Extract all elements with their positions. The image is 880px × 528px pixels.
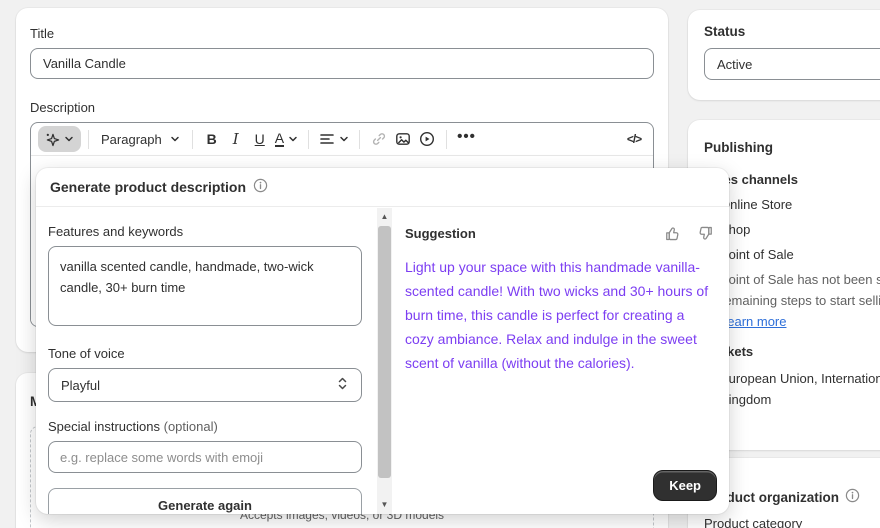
info-icon[interactable] xyxy=(845,488,860,506)
chevron-down-icon xyxy=(288,134,298,144)
special-label-text: Special instructions xyxy=(48,419,160,434)
toolbar-separator xyxy=(88,130,89,149)
channel-point-of-sale: Point of Sale xyxy=(704,247,880,262)
editor-toolbar: Paragraph B I U A xyxy=(31,123,653,156)
info-icon[interactable] xyxy=(253,178,268,196)
scroll-down-arrow-icon[interactable]: ▼ xyxy=(377,498,392,512)
thumbs-up-icon xyxy=(664,225,681,242)
toolbar-separator xyxy=(192,130,193,149)
status-heading: Status xyxy=(704,24,880,39)
suggestion-text: Light up your space with this handmade v… xyxy=(405,255,713,375)
markets-value: European Union, International, and Unite… xyxy=(704,368,880,410)
bold-label: B xyxy=(207,131,217,147)
select-stepper-icon xyxy=(336,376,349,394)
popover-form-column: Features and keywords vanilla scented ca… xyxy=(48,207,362,514)
tone-value: Playful xyxy=(61,378,100,393)
thumbs-down-button[interactable] xyxy=(694,224,717,242)
special-instructions-label: Special instructions (optional) xyxy=(48,419,362,434)
chevron-down-icon xyxy=(64,134,74,144)
popover-scrollbar[interactable]: ▲ ▼ xyxy=(377,208,392,514)
title-label: Title xyxy=(30,26,654,41)
bold-button[interactable]: B xyxy=(200,126,224,152)
ai-magic-button[interactable] xyxy=(38,126,81,152)
insert-video-button[interactable] xyxy=(415,126,439,152)
italic-button[interactable]: I xyxy=(224,126,248,152)
special-optional-text: (optional) xyxy=(164,419,218,434)
chevron-down-icon xyxy=(170,134,180,144)
status-select[interactable]: Active xyxy=(704,48,880,80)
product-edit-page: Title Description xyxy=(0,0,880,528)
status-value: Active xyxy=(717,57,752,72)
ai-generate-popover: Generate product description Features an… xyxy=(36,168,729,514)
channel-shop: Shop xyxy=(704,222,880,237)
text-align-button[interactable] xyxy=(316,126,352,152)
publishing-heading: Publishing xyxy=(704,140,880,155)
thumbs-up-button[interactable] xyxy=(661,224,684,242)
underline-button[interactable]: U xyxy=(248,126,272,152)
underline-label: U xyxy=(255,131,265,147)
paragraph-label: Paragraph xyxy=(101,132,162,147)
tone-select[interactable]: Playful xyxy=(48,368,362,402)
suggestion-heading: Suggestion xyxy=(405,226,476,241)
popover-title: Generate product description xyxy=(50,179,246,195)
markets-heading: Markets xyxy=(704,344,880,359)
scrollbar-thumb[interactable] xyxy=(378,226,391,478)
chevron-down-icon xyxy=(339,134,349,144)
scroll-up-arrow-icon[interactable]: ▲ xyxy=(377,210,392,224)
sparkle-icon xyxy=(45,132,60,147)
text-color-button[interactable]: A xyxy=(272,126,301,152)
insert-link-button[interactable] xyxy=(367,126,391,152)
show-html-button[interactable]: </> xyxy=(622,126,646,152)
keep-button[interactable]: Keep xyxy=(653,470,717,501)
toolbar-separator xyxy=(446,130,447,149)
paragraph-style-button[interactable]: Paragraph xyxy=(96,126,185,152)
features-label: Features and keywords xyxy=(48,224,362,239)
suggestion-column: Suggestion xyxy=(405,207,717,375)
popover-header: Generate product description xyxy=(36,168,729,207)
more-label: ••• xyxy=(457,128,476,145)
toolbar-separator xyxy=(359,130,360,149)
align-left-icon xyxy=(319,131,335,147)
video-play-icon xyxy=(419,131,435,147)
channel-online-store: Online Store xyxy=(704,197,880,212)
image-icon xyxy=(395,131,411,147)
description-label: Description xyxy=(30,100,654,115)
features-textarea[interactable]: vanilla scented candle, handmade, two-wi… xyxy=(48,246,362,326)
status-card: Status Active xyxy=(688,10,880,100)
text-color-label: A xyxy=(275,131,284,147)
thumbs-down-icon xyxy=(697,225,714,242)
sales-channels-heading: Sales channels xyxy=(704,172,880,187)
tone-label: Tone of voice xyxy=(48,346,362,361)
italic-label: I xyxy=(233,130,239,148)
code-icon: </> xyxy=(627,132,641,146)
more-formatting-button[interactable]: ••• xyxy=(454,126,479,152)
link-icon xyxy=(371,131,387,147)
toolbar-separator xyxy=(308,130,309,149)
pos-setup-warning: Point of Sale has not been set up. Finis… xyxy=(704,269,880,311)
learn-more-link[interactable]: Learn more xyxy=(720,314,786,329)
insert-image-button[interactable] xyxy=(391,126,415,152)
special-instructions-input[interactable] xyxy=(48,441,362,473)
product-category-label: Product category xyxy=(704,516,880,528)
title-input[interactable] xyxy=(30,48,654,79)
generate-again-button[interactable]: Generate again xyxy=(48,488,362,514)
